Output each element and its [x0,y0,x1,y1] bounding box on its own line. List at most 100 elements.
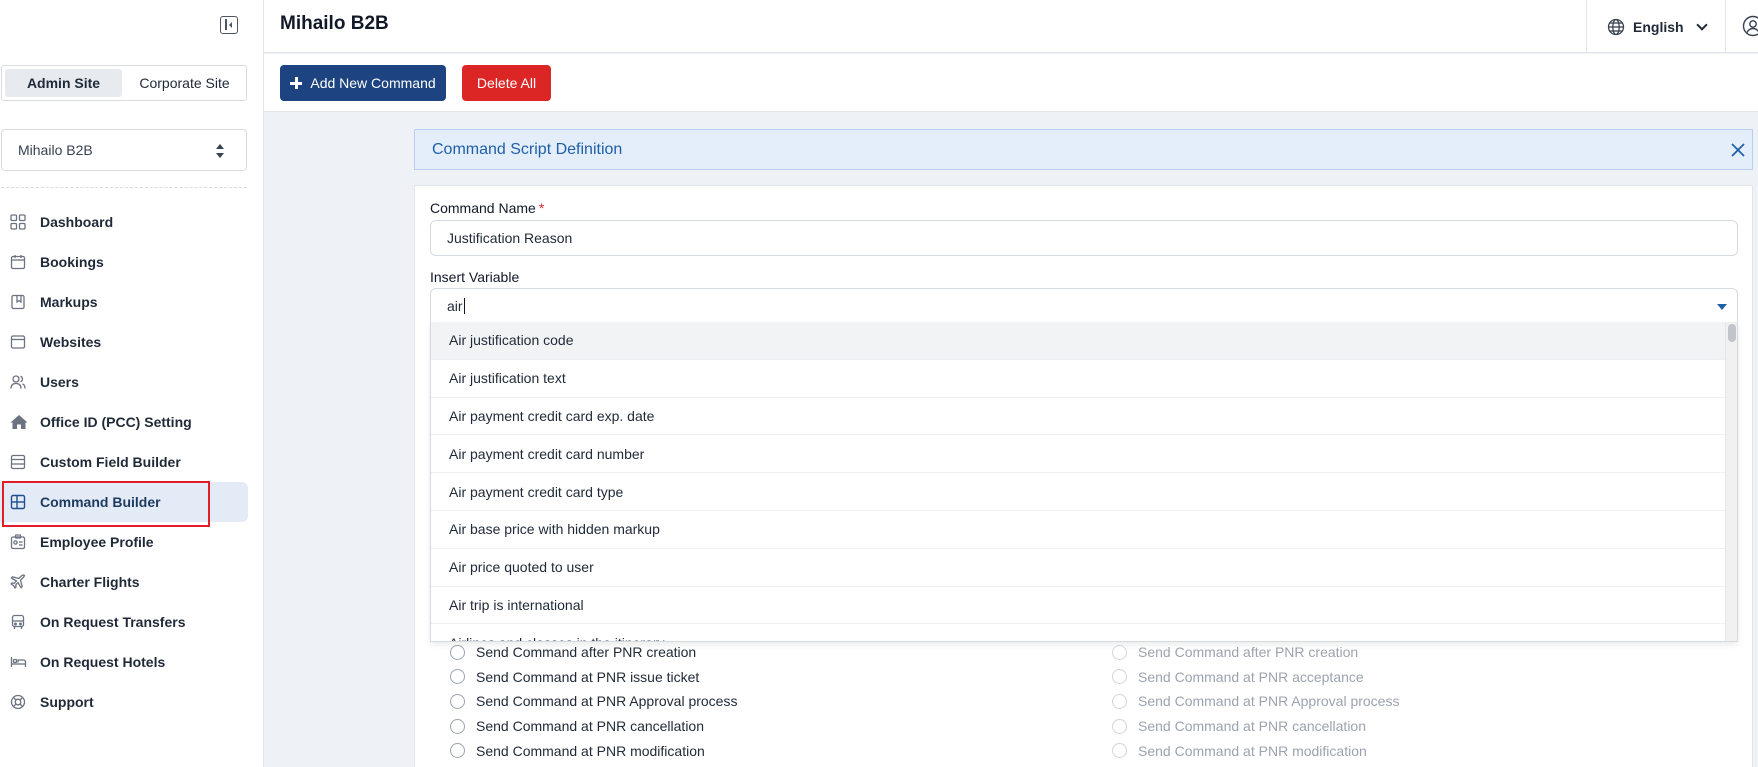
page-title: Mihailo B2B [280,13,389,34]
radio-button [1112,644,1127,660]
sidebar-item-label: Office ID (PCC) Setting [40,414,192,430]
radio-label: Send Command at PNR cancellation [1138,718,1367,735]
tab-admin-site[interactable]: Admin Site [5,69,122,97]
dropdown-option[interactable]: Air justification code [431,322,1737,360]
sidebar-item-command-builder[interactable]: Command Builder [0,482,248,522]
language-selector[interactable]: English [1586,0,1726,53]
tab-corporate-site[interactable]: Corporate Site [126,69,243,97]
sidebar-item-label: Command Builder [40,494,161,510]
sidebar-item-label: Users [40,374,79,390]
command-name-field[interactable]: Justification Reason [430,220,1738,256]
sidebar-item-markups[interactable]: Markups [0,282,248,322]
close-icon[interactable] [1730,142,1746,158]
command-name-value: Justification Reason [447,230,573,246]
sidebar-item-websites[interactable]: Websites [0,322,248,362]
command-name-label-text: Command Name [430,200,536,216]
topbar: Mihailo B2B English [264,0,1758,53]
radio-option-disabled: Send Command at PNR Approval process [1112,689,1399,714]
sidebar-item-dashboard[interactable]: Dashboard [0,202,248,242]
bus-icon [10,614,26,630]
insert-variable-value: air [447,298,463,314]
home-icon [10,414,28,430]
radio-button [1112,743,1127,759]
radio-label: Send Command at PNR modification [1138,742,1367,759]
insert-variable-label: Insert Variable [430,269,520,285]
updown-icon [216,144,224,158]
radio-button[interactable] [450,669,465,685]
radio-option[interactable]: Send Command after PNR creation [450,640,737,665]
radio-option[interactable]: Send Command at PNR cancellation [450,714,737,739]
radio-option[interactable]: Send Command at PNR Approval process [450,689,737,714]
radio-option-disabled: Send Command after PNR creation [1112,640,1399,665]
sidebar-item-label: Dashboard [40,214,114,230]
plane-icon [10,574,26,590]
radio-label: Send Command after PNR creation [476,644,697,661]
radio-label: Send Command at PNR modification [476,742,705,759]
sidebar-item-employee-profile[interactable]: Employee Profile [0,522,248,562]
add-new-command-button[interactable]: Add New Command [280,65,446,101]
radio-button[interactable] [450,743,465,759]
sidebar-item-label: Markups [40,294,98,310]
sidebar-item-on-request-transfers[interactable]: On Request Transfers [0,602,248,642]
dropdown-option[interactable]: Air base price with hidden markup [431,511,1737,549]
radio-button[interactable] [450,718,465,734]
sidebar-item-charter-flights[interactable]: Charter Flights [0,562,248,602]
insert-variable-dropdown: Air justification code Air justification… [430,322,1738,642]
company-select[interactable]: Mihailo B2B [1,129,247,171]
dropdown-option[interactable]: Air payment credit card type [431,473,1737,511]
radio-option[interactable]: Send Command at PNR modification [450,738,737,763]
delete-all-label: Delete All [476,75,537,91]
dropdown-option[interactable]: Air payment credit card number [431,435,1737,474]
sidebar-item-users[interactable]: Users [0,362,248,402]
sidebar-item-office-id[interactable]: Office ID (PCC) Setting [0,402,248,442]
id-card-icon [10,534,26,550]
dropdown-option[interactable]: Air price quoted to user [431,549,1737,587]
divider [1,187,247,188]
panel-header: Command Script Definition [414,129,1753,170]
insert-variable-combobox[interactable]: air [430,288,1738,324]
radio-label: Send Command after PNR creation [1138,644,1359,661]
action-toolbar: Add New Command Delete All [264,54,1758,112]
language-label: English [1633,18,1684,35]
sidebar-item-label: On Request Hotels [40,654,166,670]
plus-icon [290,77,303,89]
dropdown-option[interactable]: Air payment credit card exp. date [431,398,1737,436]
sidebar-item-label: Bookings [40,254,104,270]
radio-option[interactable]: Send Command at PNR issue ticket [450,665,737,690]
sidebar-item-custom-field-builder[interactable]: Custom Field Builder [0,442,248,482]
radio-option-disabled: Send Command at PNR acceptance [1112,665,1399,690]
radio-option-disabled: Send Command at PNR cancellation [1112,714,1399,739]
radio-button[interactable] [450,644,465,660]
panel-title: Command Script Definition [432,140,623,158]
radio-label: Send Command at PNR cancellation [476,718,705,735]
sidebar-item-support[interactable]: Support [0,682,248,722]
globe-icon [1607,18,1625,36]
layout-icon [10,494,26,510]
sidebar-item-bookings[interactable]: Bookings [0,242,248,282]
delete-all-button[interactable]: Delete All [462,65,551,101]
grid-icon [10,214,26,230]
radio-button[interactable] [450,693,465,709]
users-icon [10,374,26,390]
sidebar: Admin Site Corporate Site Mihailo B2B Da… [0,0,264,767]
radio-button [1112,693,1127,709]
calendar-icon [10,254,26,270]
command-name-label: Command Name * [430,200,544,216]
dropdown-scrollbar[interactable] [1725,322,1737,641]
send-options-right: Send Command after PNR creation Send Com… [1112,640,1399,763]
sidebar-item-label: Support [40,694,94,710]
sidebar-item-label: Charter Flights [40,574,140,590]
browser-icon [10,334,26,350]
radio-option-disabled: Send Command at PNR modification [1112,738,1399,763]
company-select-value: Mihailo B2B [18,142,93,158]
collapse-sidebar-icon[interactable] [220,16,238,34]
dropdown-option[interactable]: Air trip is international [431,587,1737,625]
radio-button [1112,718,1127,734]
send-options-left: Send Command after PNR creation Send Com… [450,640,737,763]
sidebar-item-on-request-hotels[interactable]: On Request Hotels [0,642,248,682]
sidebar-item-label: Custom Field Builder [40,454,181,470]
dropdown-option[interactable]: Air justification text [431,360,1737,398]
caret-down-icon[interactable] [1717,304,1727,310]
scrollbar-thumb[interactable] [1728,324,1736,342]
user-avatar-icon[interactable] [1742,15,1758,37]
